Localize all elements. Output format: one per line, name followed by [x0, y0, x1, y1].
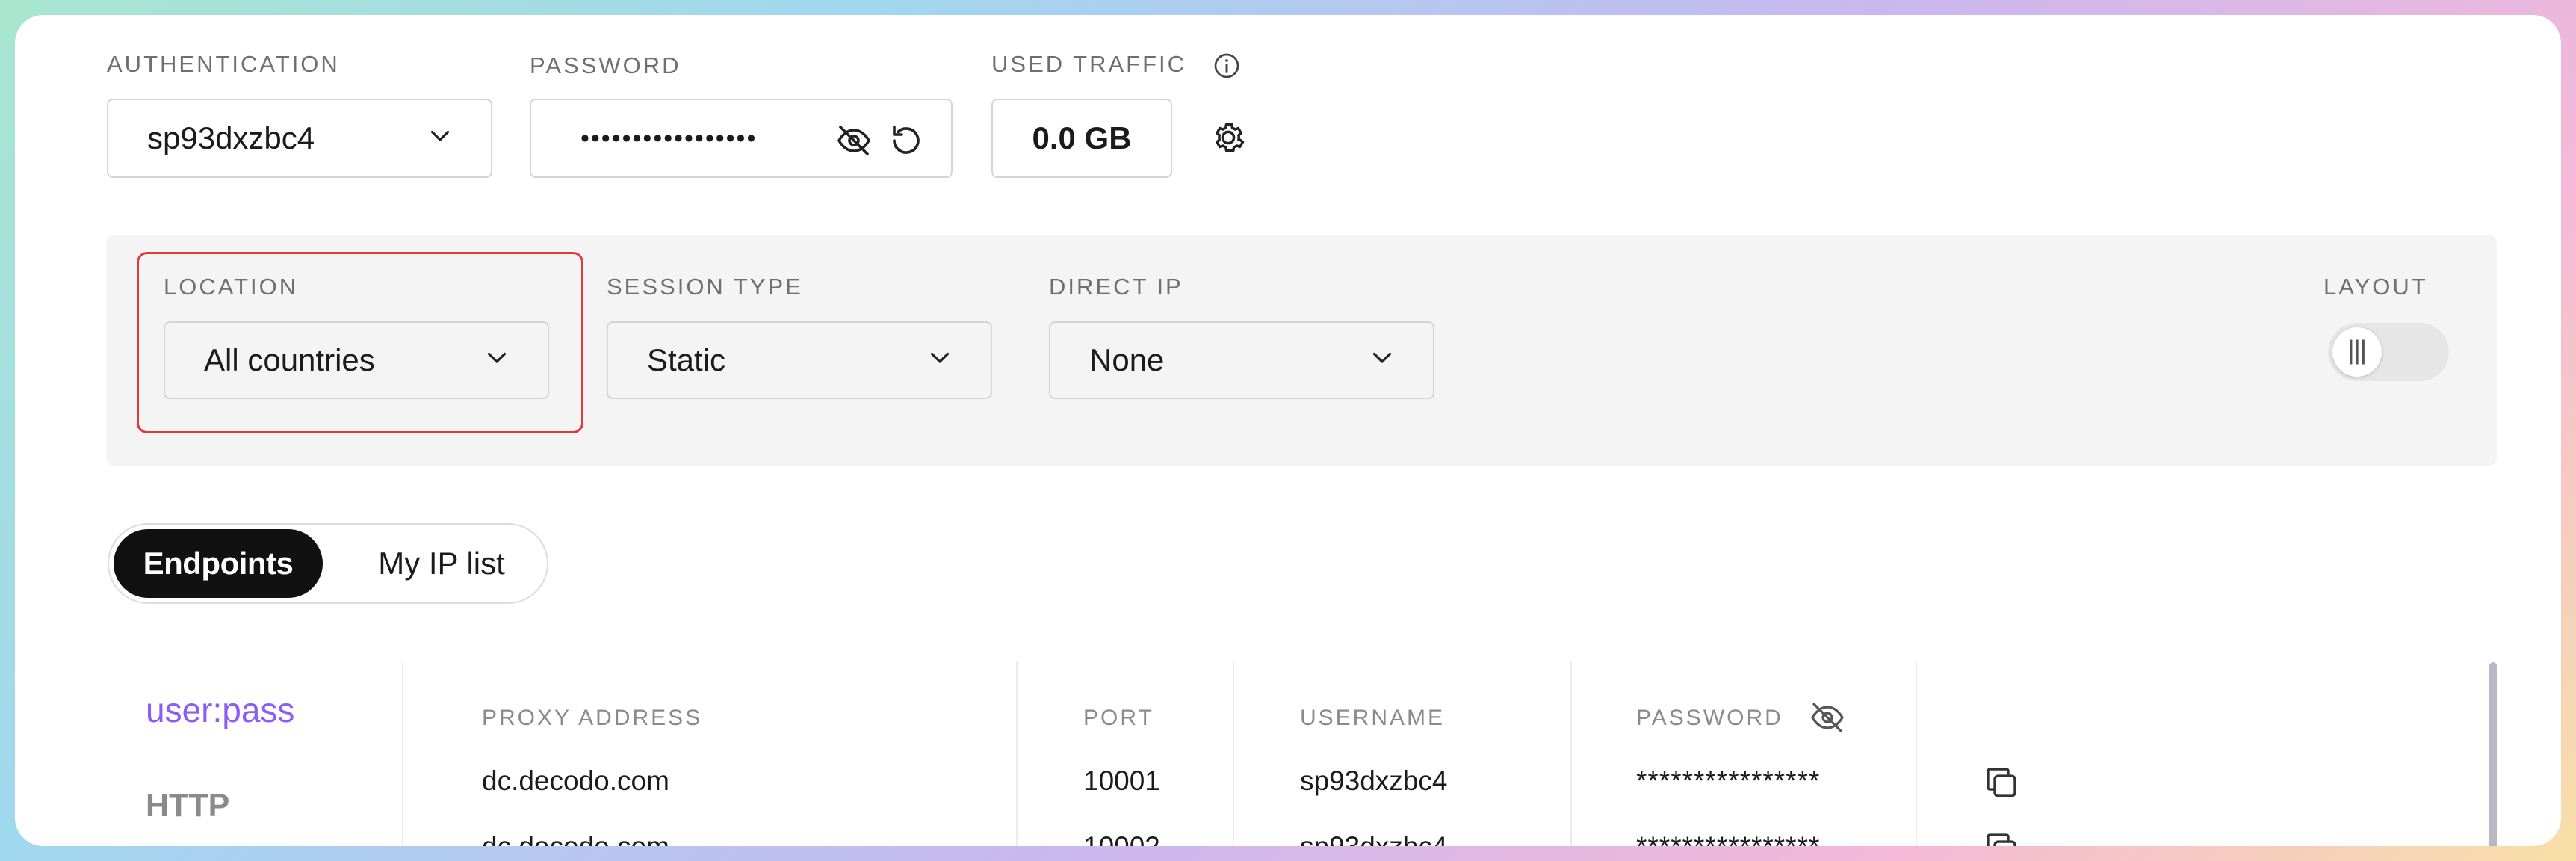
tab-endpoints[interactable]: Endpoints: [114, 529, 323, 598]
cell-address: dc.decodo.com: [482, 765, 669, 796]
used-traffic-field: 0.0 GB: [991, 99, 1172, 178]
header-port: PORT: [1083, 706, 1154, 730]
chevron-down-icon: [1369, 344, 1396, 371]
copy-icon[interactable]: [1981, 762, 2022, 803]
table-scrollbar[interactable]: [2489, 662, 2497, 846]
cell-username: sp93dxzbc4: [1300, 765, 1448, 796]
password-value: •••••••••••••••••: [580, 123, 758, 152]
chevron-down-icon: [427, 122, 453, 149]
cell-password: ****************: [1636, 831, 1820, 846]
cell-password: ****************: [1636, 765, 1821, 796]
authentication-value: sp93dxzbc4: [147, 120, 315, 155]
column-divider: [1570, 661, 1572, 846]
cell-username: sp93dxzbc4: [1300, 831, 1447, 846]
protocol-http[interactable]: HTTP: [146, 788, 229, 824]
chevron-down-icon: [483, 344, 510, 371]
view-tabs: Endpoints My IP list: [108, 523, 548, 604]
used-traffic-value: 0.0 GB: [1032, 120, 1132, 155]
direct-ip-label: DIRECT IP: [1049, 274, 1183, 300]
chevron-down-icon: [926, 344, 953, 371]
header-username: USERNAME: [1300, 706, 1446, 730]
authentication-label: AUTHENTICATION: [107, 51, 340, 77]
authentication-select[interactable]: sp93dxzbc4: [107, 99, 492, 178]
column-divider: [402, 661, 403, 846]
column-divider: [1016, 661, 1018, 846]
cell-port: 10001: [1083, 765, 1160, 796]
layout-toggle-knob: [2332, 327, 2382, 377]
tab-ip-list[interactable]: My IP list: [341, 529, 542, 598]
auth-type-user-pass[interactable]: user:pass: [146, 690, 294, 730]
password-field[interactable]: •••••••••••••••••: [530, 99, 953, 178]
cell-port: 10002: [1083, 831, 1160, 846]
copy-icon[interactable]: [1981, 828, 2022, 846]
gear-icon[interactable]: [1209, 118, 1248, 157]
layout-label: LAYOUT: [2323, 274, 2428, 300]
header-password: PASSWORD: [1636, 706, 1783, 730]
eye-off-icon[interactable]: [1809, 700, 1845, 735]
direct-ip-value: None: [1089, 342, 1165, 377]
proxy-setup-panel: AUTHENTICATION sp93dxzbc4 PASSWORD •••••…: [15, 15, 2561, 846]
session-type-value: Static: [647, 342, 726, 377]
direct-ip-select[interactable]: None: [1049, 321, 1434, 399]
column-divider: [1233, 661, 1234, 846]
header-proxy-address: PROXY ADDRESS: [482, 706, 703, 730]
refresh-icon[interactable]: [888, 123, 924, 158]
info-icon[interactable]: [1212, 51, 1242, 81]
password-label: PASSWORD: [530, 52, 681, 78]
location-value: All countries: [204, 342, 375, 377]
eye-off-icon[interactable]: [836, 123, 872, 158]
location-select[interactable]: All countries: [164, 321, 549, 399]
session-type-label: SESSION TYPE: [607, 274, 803, 300]
layout-toggle[interactable]: [2328, 323, 2449, 381]
columns-icon: [2350, 339, 2365, 365]
cell-address: dc.decodo.com: [482, 831, 669, 846]
location-label: LOCATION: [164, 274, 299, 300]
session-type-select[interactable]: Static: [607, 321, 992, 399]
used-traffic-label: USED TRAFFIC: [991, 51, 1187, 77]
column-divider: [1916, 661, 1917, 846]
